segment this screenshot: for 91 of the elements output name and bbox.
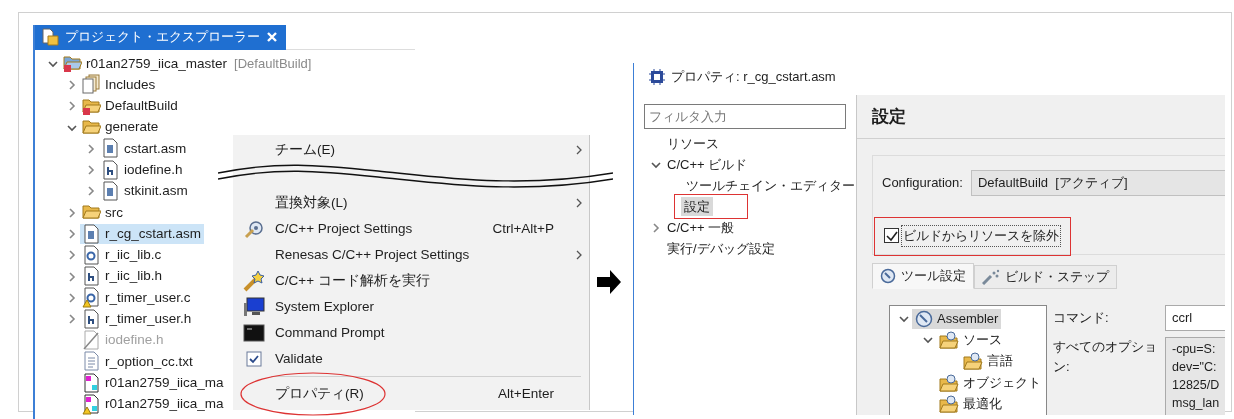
menu-item[interactable]: チーム(E) (233, 137, 589, 163)
chevron-icon[interactable] (85, 142, 97, 155)
shortcut-label: Ctrl+Alt+P (492, 219, 554, 238)
tree-item[interactable]: src (80, 202, 126, 223)
explorer-tab[interactable]: プロジェクト・エクスプローラー (35, 25, 286, 50)
nav-item[interactable]: リソース (664, 133, 722, 154)
dialog-title: プロパティ: r_cg_cstart.asm (671, 67, 836, 86)
tree-item[interactable]: DefaultBuild (80, 96, 181, 117)
app-icon (649, 68, 665, 85)
menu-item-label: Renesas C/C++ Project Settings (275, 245, 471, 264)
page-title: 設定 (857, 95, 1225, 139)
chevron-icon[interactable] (66, 270, 78, 283)
tree-item[interactable]: Includes (80, 74, 159, 95)
terminal-icon (243, 324, 265, 342)
tab-label: ビルド・ステップ (1005, 268, 1109, 287)
menu-item[interactable]: Validate (233, 346, 589, 372)
tab[interactable]: ツール設定 (872, 263, 974, 289)
menu-item[interactable]: C/C++ Project Settings Ctrl+Alt+P (233, 216, 589, 242)
tree-item[interactable]: r_iic_lib.c (80, 245, 165, 266)
nav-item[interactable]: C/C++ 一般 (664, 217, 738, 238)
tab-title: プロジェクト・エクスプローラー (65, 28, 260, 46)
explorer-icon (41, 28, 59, 46)
tree-item[interactable]: stkinit.asm (99, 181, 191, 202)
filter-field[interactable]: フィルタ入力 (644, 104, 846, 129)
menu-item-label: 置換対象(L) (275, 193, 349, 212)
command-field[interactable]: ccrl (1165, 305, 1225, 331)
configuration-select[interactable]: DefaultBuild [アクティブ] (970, 170, 1225, 196)
close-icon[interactable] (266, 31, 278, 43)
checkbox-icon (246, 351, 262, 367)
chevron-icon[interactable] (66, 206, 78, 219)
chevron-icon[interactable] (66, 313, 78, 326)
chevron-icon[interactable] (66, 78, 78, 91)
tree-item[interactable]: r_iic_lib.h (80, 266, 166, 287)
monitor-icon (243, 297, 265, 317)
menu-item[interactable]: Renesas C/C++ Project Settings (233, 242, 589, 268)
tree-item[interactable]: 最適化 (936, 393, 1005, 414)
menu-item[interactable]: プロパティ(R) Alt+Enter (233, 381, 589, 407)
tree-item[interactable]: r_timer_user.h (80, 309, 195, 330)
options-label: すべてのオプション: (1053, 338, 1158, 376)
spray-icon (982, 269, 1000, 285)
tree-item[interactable]: r_option_cc.txt (80, 351, 196, 372)
menu-item-label: C/C++ Project Settings (275, 219, 414, 238)
tab[interactable]: ビルド・ステップ (974, 265, 1117, 289)
chevron-icon[interactable] (66, 100, 78, 113)
folder-icon (963, 352, 983, 371)
menu-item-label: C/C++ コード解析を実行 (275, 271, 431, 290)
shortcut-label: Alt+Enter (498, 384, 554, 403)
menu-item[interactable]: Command Prompt (233, 320, 589, 346)
wand-icon (243, 270, 265, 292)
folder-icon (939, 373, 959, 392)
folder-icon (939, 394, 959, 413)
tree-item[interactable]: ソース (936, 329, 1005, 350)
tree-item[interactable]: iodefine.h (99, 160, 186, 181)
tree-item[interactable]: cstart.asm (99, 138, 190, 159)
chevron-icon[interactable] (66, 291, 78, 304)
nav-item[interactable]: 設定 (681, 196, 713, 217)
chevron-icon[interactable] (85, 185, 97, 198)
nav-item[interactable]: C/C++ ビルド (664, 154, 751, 175)
chevron-icon[interactable] (85, 164, 97, 177)
menu-item-label: Validate (275, 349, 324, 368)
check-icon (885, 229, 898, 242)
tree-item[interactable]: Assembler (912, 308, 1002, 329)
chevron-icon[interactable] (650, 221, 662, 234)
exclude-checkbox[interactable] (884, 228, 899, 244)
tree-item[interactable]: r_timer_user.c (80, 287, 194, 308)
checkbox-label[interactable]: ビルドからリソースを除外 (901, 225, 1061, 247)
chevron-icon[interactable] (66, 228, 78, 240)
command-label: コマンド: (1053, 309, 1110, 327)
arrow-icon (596, 269, 622, 295)
menu-item-label: Command Prompt (275, 323, 386, 342)
nav-item[interactable]: ツールチェイン・エディター (683, 175, 858, 196)
menu-item-label: System Explorer (275, 297, 376, 316)
folder-icon (939, 330, 959, 349)
tab-label: ツール設定 (901, 267, 966, 286)
tree-item[interactable]: r01an2759_iica_ma (80, 394, 227, 415)
nav-item[interactable]: 実行/デバッグ設定 (664, 238, 778, 259)
tree-item[interactable]: generate (80, 117, 162, 138)
tree-item[interactable]: 言語 (960, 351, 1016, 372)
menu-item[interactable]: C/C++ コード解析を実行 (233, 268, 589, 294)
tree-item[interactable]: r01an2759_iica_ma (80, 373, 227, 394)
tree-item[interactable]: オブジェクト (936, 372, 1044, 393)
options-field[interactable]: -cpu=S: dev="C: 12825/D msg_lan (1165, 337, 1225, 415)
menu-item-label: プロパティ(R) (275, 384, 365, 403)
tree-item[interactable]: r01an2759_iica_master (61, 53, 231, 74)
configuration-label: Configuration: (882, 174, 963, 193)
menu-item[interactable]: 置換対象(L) (233, 190, 589, 216)
chevron-icon[interactable] (66, 249, 78, 262)
build-config-label: [DefaultBuild] (234, 54, 312, 73)
menu-item-label: チーム(E) (275, 140, 336, 159)
menu-item[interactable]: System Explorer (233, 294, 589, 320)
tree-item[interactable]: r_cg_cstart.asm (80, 224, 205, 244)
